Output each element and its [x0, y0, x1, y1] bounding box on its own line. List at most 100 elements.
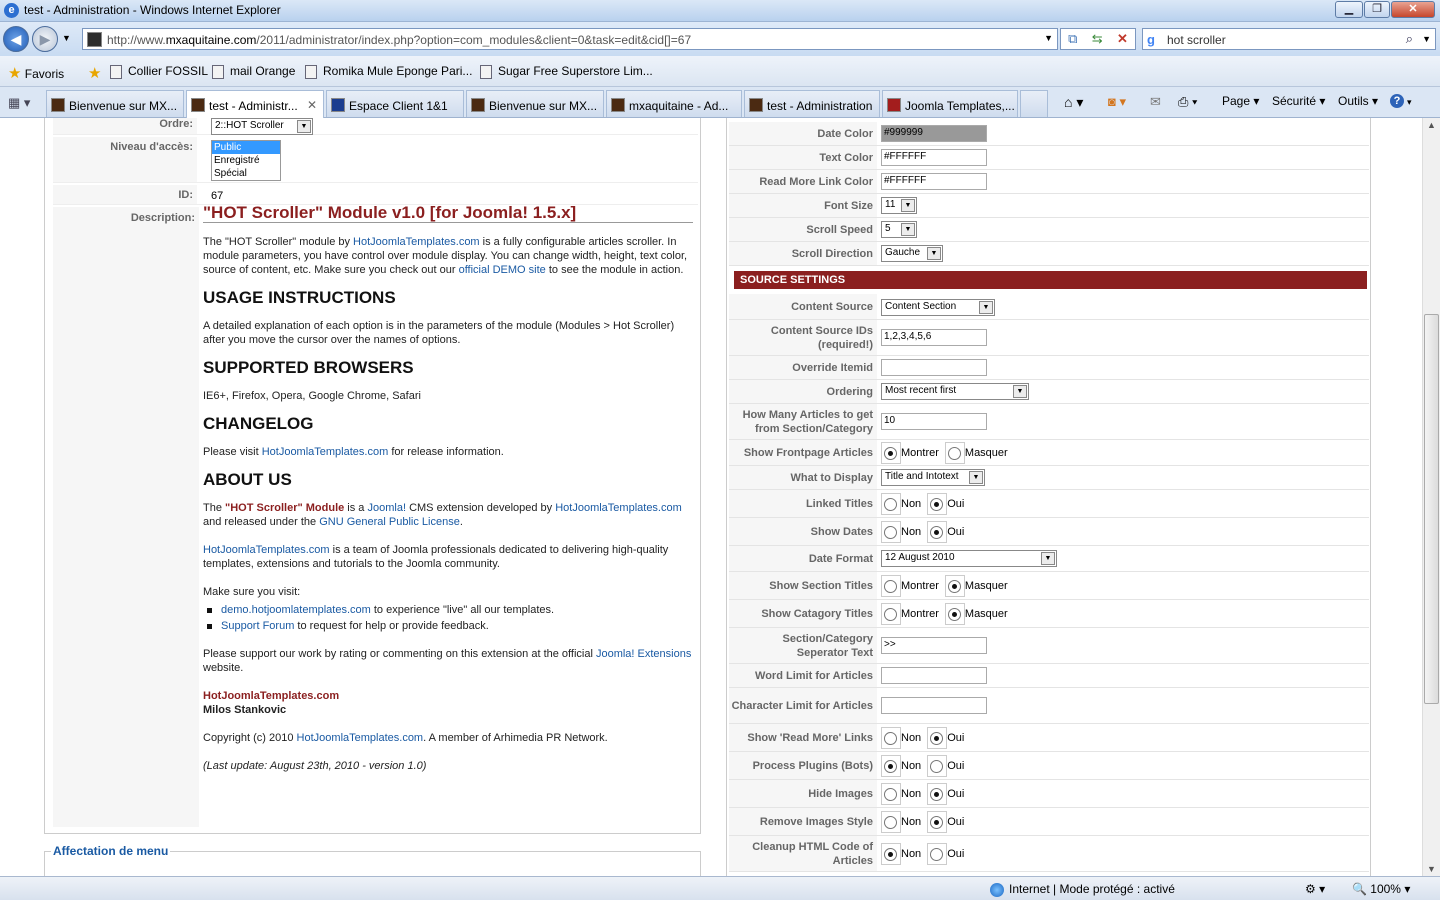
- search-dropdown-icon[interactable]: ▼: [1422, 34, 1431, 44]
- zoom-control[interactable]: 🔍 100% ▾: [1352, 882, 1410, 896]
- remove-style-no-radio[interactable]: [884, 816, 897, 829]
- joomla-extensions-link[interactable]: Joomla! Extensions: [596, 648, 691, 660]
- dates-no-radio[interactable]: [884, 526, 897, 539]
- help-icon[interactable]: ?: [1390, 94, 1404, 108]
- word-limit-input[interactable]: [881, 667, 987, 684]
- plugins-no-radio[interactable]: [884, 760, 897, 773]
- frontpage-hide-radio[interactable]: [947, 447, 961, 460]
- access-listbox[interactable]: Public Enregistré Spécial: [211, 140, 281, 181]
- override-itemid-input[interactable]: [881, 359, 987, 376]
- scroll-down-icon[interactable]: ▼: [1427, 864, 1436, 874]
- hide-images-yes-radio[interactable]: [930, 788, 944, 801]
- home-icon[interactable]: ⌂ ▾: [1064, 94, 1083, 111]
- tab-4[interactable]: Bienvenue sur MX...: [466, 90, 604, 117]
- linked-yes-radio[interactable]: [930, 498, 944, 511]
- demo-site-link[interactable]: official DEMO site: [459, 264, 546, 276]
- new-tab-button[interactable]: [1020, 90, 1048, 117]
- refresh-icon[interactable]: ⇆: [1092, 31, 1103, 47]
- stop-icon[interactable]: ✕: [1117, 31, 1128, 47]
- tab-6[interactable]: test - Administration: [744, 90, 880, 117]
- search-input[interactable]: g hot scroller ⌕ ▼: [1142, 28, 1436, 50]
- copyright-link[interactable]: HotJoomlaTemplates.com: [297, 732, 424, 744]
- char-limit-input[interactable]: [881, 697, 987, 714]
- source-settings-header[interactable]: SOURCE SETTINGS: [734, 271, 1367, 289]
- tab-5[interactable]: mxaquitaine - Ad...: [606, 90, 742, 117]
- tab-3[interactable]: Espace Client 1&1: [326, 90, 464, 117]
- quick-tabs-icon[interactable]: ▦ ▾: [8, 95, 30, 111]
- protected-mode-icon[interactable]: ⚙ ▾: [1305, 882, 1325, 896]
- maximize-button[interactable]: ❐: [1364, 1, 1390, 18]
- order-select[interactable]: 2::HOT Scroller ▼: [211, 118, 313, 135]
- gpl-link[interactable]: GNU General Public License: [319, 516, 460, 528]
- address-field[interactable]: http://www.mxaquitaine.com/2011/administ…: [82, 28, 1058, 50]
- tools-menu[interactable]: Outils ▾: [1338, 94, 1378, 108]
- security-menu[interactable]: Sécurité ▾: [1272, 94, 1325, 108]
- about-hotjoomla-link[interactable]: HotJoomlaTemplates.com: [555, 502, 682, 514]
- tab-7[interactable]: Joomla Templates,...: [882, 90, 1018, 117]
- access-option-special[interactable]: Spécial: [212, 167, 280, 180]
- font-size-select[interactable]: 11 ▼: [881, 197, 917, 214]
- scrollbar-thumb[interactable]: [1424, 314, 1439, 704]
- joomla-link[interactable]: Joomla!: [367, 502, 406, 514]
- forward-button[interactable]: ▶: [32, 26, 58, 52]
- page-scrollbar[interactable]: ▲ ▼: [1422, 118, 1440, 876]
- demo-link[interactable]: demo.hotjoomlatemplates.com: [221, 604, 371, 616]
- cleanup-yes-radio[interactable]: [930, 848, 944, 861]
- minimize-button[interactable]: ▁: [1335, 1, 1363, 18]
- access-option-public[interactable]: Public: [212, 141, 280, 154]
- section-titles-hide-radio[interactable]: [947, 580, 961, 593]
- feeds-icon[interactable]: ◙ ▾: [1108, 94, 1126, 110]
- cleanup-no-radio[interactable]: [884, 848, 897, 861]
- copyright-text: Copyright (c) 2010 HotJoomlaTemplates.co…: [203, 732, 608, 744]
- favorite-link-2[interactable]: mail Orange: [212, 64, 295, 79]
- favorite-link-4[interactable]: Sugar Free Superstore Lim...: [480, 64, 653, 79]
- ordering-select[interactable]: Most recent first ▼: [881, 383, 1029, 400]
- changelog-link[interactable]: HotJoomlaTemplates.com: [262, 446, 389, 458]
- readmore-color-input[interactable]: #FFFFFF: [881, 173, 987, 190]
- search-icon[interactable]: ⌕: [1406, 31, 1413, 47]
- hotjoomla-link[interactable]: HotJoomlaTemplates.com: [353, 236, 480, 248]
- tab-1[interactable]: Bienvenue sur MX...: [46, 90, 184, 117]
- close-tab-icon[interactable]: ✕: [307, 98, 317, 112]
- plugins-yes-radio[interactable]: [930, 760, 944, 773]
- what-display-select[interactable]: Title and Intotext ▼: [881, 469, 985, 486]
- page-menu[interactable]: Page ▾: [1222, 94, 1259, 108]
- read-mail-icon[interactable]: ✉: [1150, 94, 1161, 110]
- print-icon[interactable]: ⎙ ▾: [1178, 94, 1197, 110]
- address-dropdown-icon[interactable]: ▼: [1044, 33, 1053, 43]
- compatibility-view-icon[interactable]: ⧉: [1068, 31, 1077, 47]
- back-button[interactable]: ◀: [3, 26, 29, 52]
- howmany-input[interactable]: 10: [881, 413, 987, 430]
- dates-yes-radio[interactable]: [930, 526, 944, 539]
- content-source-select[interactable]: Content Section ▼: [881, 299, 995, 316]
- favorite-link-1[interactable]: Collier FOSSIL: [110, 64, 208, 79]
- favorites-button[interactable]: ★ Favoris: [8, 64, 64, 82]
- add-favorites-icon[interactable]: ★: [88, 64, 101, 82]
- section-titles-show-radio[interactable]: [884, 580, 897, 593]
- support-forum-link[interactable]: Support Forum: [221, 620, 294, 632]
- tab-2-active[interactable]: test - Administr... ✕: [186, 90, 324, 118]
- date-color-input[interactable]: #999999: [881, 125, 987, 142]
- history-dropdown-icon[interactable]: ▼: [62, 33, 71, 43]
- readmore-yes-radio[interactable]: [930, 732, 944, 745]
- favorite-link-3[interactable]: Romika Mule Eponge Pari...: [305, 64, 472, 79]
- frontpage-show-radio[interactable]: [884, 447, 897, 460]
- access-option-registered[interactable]: Enregistré: [212, 154, 280, 167]
- scroll-direction-select[interactable]: Gauche ▼: [881, 245, 943, 262]
- separator-input[interactable]: >>: [881, 637, 987, 654]
- readmore-no-radio[interactable]: [884, 732, 897, 745]
- hide-images-no-radio[interactable]: [884, 788, 897, 801]
- help-dropdown-icon[interactable]: ▾: [1407, 97, 1412, 108]
- cat-titles-hide-radio[interactable]: [947, 608, 961, 621]
- security-zone[interactable]: Internet | Mode protégé : activé: [990, 882, 1175, 897]
- content-ids-input[interactable]: 1,2,3,4,5,6: [881, 329, 987, 346]
- text-color-input[interactable]: #FFFFFF: [881, 149, 987, 166]
- date-format-select[interactable]: 12 August 2010 ▼: [881, 550, 1057, 567]
- scroll-up-icon[interactable]: ▲: [1427, 120, 1436, 130]
- close-window-button[interactable]: ✕: [1391, 1, 1435, 18]
- scroll-speed-select[interactable]: 5 ▼: [881, 221, 917, 238]
- linked-no-radio[interactable]: [884, 498, 897, 511]
- remove-style-yes-radio[interactable]: [930, 816, 944, 829]
- team-link[interactable]: HotJoomlaTemplates.com: [203, 544, 330, 556]
- cat-titles-show-radio[interactable]: [884, 608, 897, 621]
